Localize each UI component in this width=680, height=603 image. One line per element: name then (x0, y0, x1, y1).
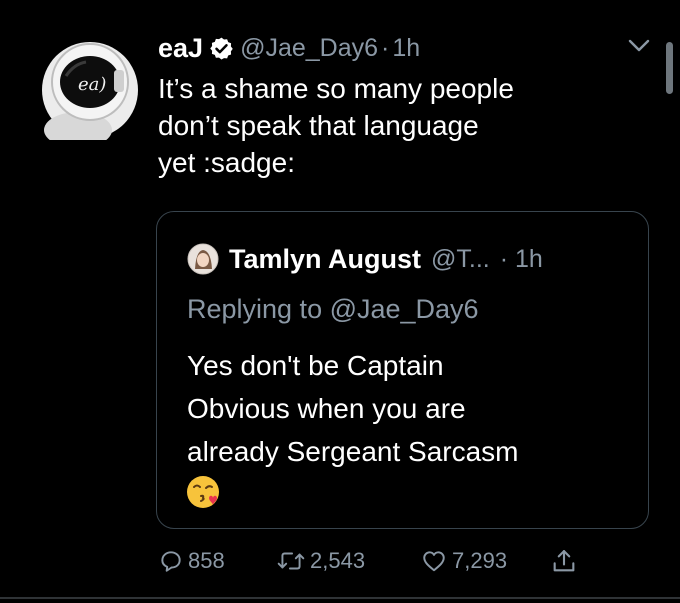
replying-to-label: Replying to @Jae_Day6 (187, 294, 479, 324)
reply-icon (161, 551, 181, 572)
reply-count: 858 (188, 548, 225, 573)
author-handle[interactable]: @Jae_Day6 (240, 34, 378, 63)
svg-text:ea): ea) (78, 74, 106, 95)
scrollbar[interactable] (666, 42, 673, 94)
quoted-tweet-header: Tamlyn August @T... · 1h (187, 240, 543, 278)
retweet-icon (277, 552, 305, 570)
tweet-header: eaJ @Jae_Day6 · 1h (158, 28, 420, 68)
quoted-author-avatar[interactable] (187, 243, 219, 275)
tweet-text: It’s a shame so many people don’t speak … (158, 73, 514, 178)
like-button[interactable]: 7,293 (420, 546, 507, 576)
author-avatar[interactable]: ea) (40, 40, 140, 140)
quoted-tweet[interactable]: Tamlyn August @T... · 1h Replying to @Ja… (156, 211, 649, 529)
header-separator: · (381, 33, 390, 62)
heart-icon (423, 551, 445, 572)
tweet-time[interactable]: 1h (392, 34, 420, 63)
quoted-author-handle[interactable]: @T... (431, 245, 490, 274)
quoted-tweet-time: · 1h (499, 244, 543, 273)
share-button[interactable] (550, 546, 582, 576)
tweet[interactable]: ea) eaJ @Jae_Day6 · 1h It’s a shame so m… (0, 0, 680, 603)
reply-button[interactable]: 858 (158, 546, 225, 576)
quoted-author-name[interactable]: Tamlyn August (229, 244, 421, 275)
author-name[interactable]: eaJ (158, 33, 203, 64)
divider (0, 597, 680, 599)
like-count: 7,293 (452, 548, 508, 573)
retweet-count: 2,543 (310, 548, 366, 573)
share-icon (553, 550, 575, 572)
verified-badge-icon (210, 37, 233, 59)
retweet-button[interactable]: 2,543 (276, 546, 365, 576)
kissing-face-with-heart-icon (187, 476, 219, 508)
quoted-tweet-text: Yes don't be Captain Obvious when you ar… (187, 350, 519, 467)
chevron-down-icon[interactable] (626, 36, 652, 56)
